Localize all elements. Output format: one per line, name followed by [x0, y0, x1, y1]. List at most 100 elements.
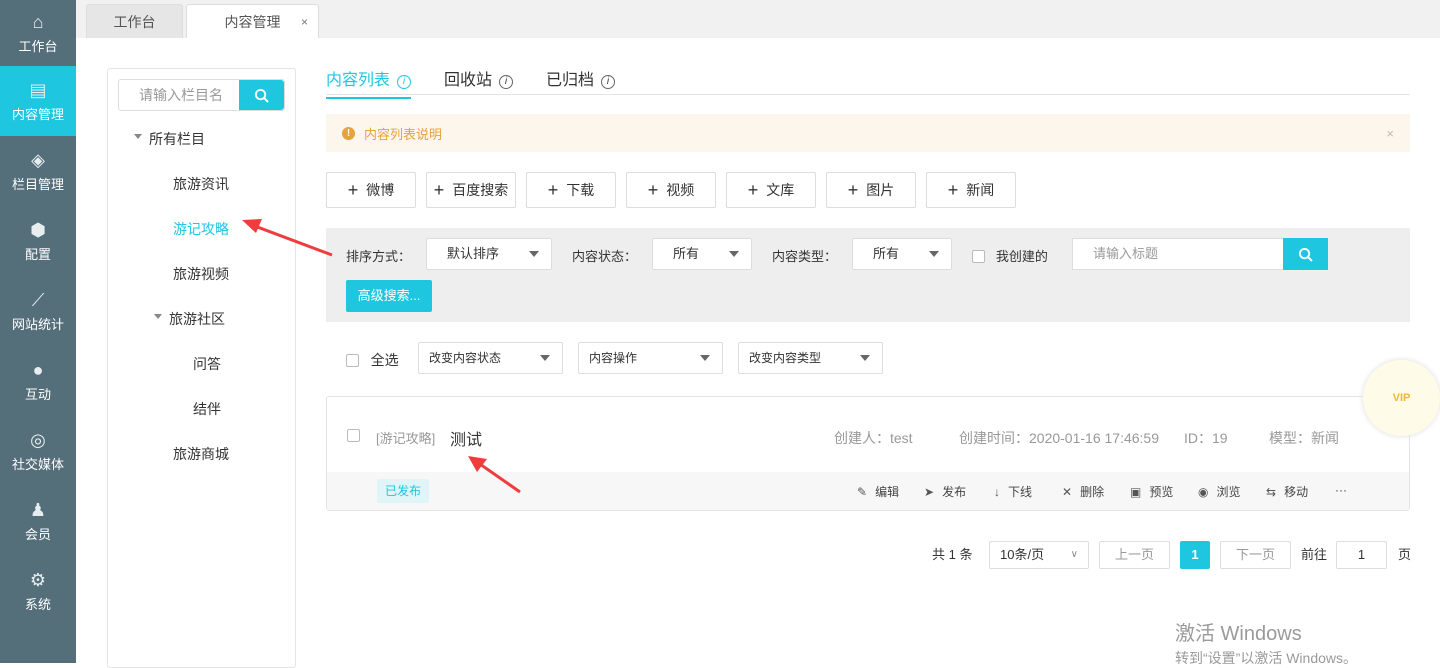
- plus-icon: +: [747, 179, 759, 200]
- vip-badge[interactable]: VIP: [1363, 360, 1440, 436]
- tree-node[interactable]: 旅游社区: [154, 309, 225, 329]
- alert-text: 内容列表说明: [364, 126, 443, 142]
- item-creator: 创建人：test: [834, 430, 913, 446]
- sidebar-item[interactable]: ▤ 内容管理: [0, 66, 76, 136]
- checkbox[interactable]: [346, 354, 359, 367]
- sidebar-item-label: 会员: [24, 526, 51, 542]
- watermark-line1: 激活 Windows: [1175, 623, 1302, 645]
- prev-page-button[interactable]: 上一页: [1099, 541, 1170, 569]
- checkbox-label: 全选: [370, 352, 399, 368]
- add-content-button[interactable]: + 百度搜索: [426, 172, 516, 208]
- category-search: 请输入栏目名: [118, 79, 285, 111]
- plus-icon: +: [647, 179, 659, 200]
- tree-node[interactable]: 问答: [193, 354, 221, 374]
- item-model: 模型：新闻: [1269, 430, 1339, 446]
- sidebar-item-label: 工作台: [18, 38, 58, 54]
- tab-label: 工作台: [113, 13, 156, 30]
- sidebar-item[interactable]: ◎ 社交媒体: [0, 416, 76, 486]
- item-id: ID：19: [1184, 430, 1228, 446]
- tab-workbench[interactable]: 工作台: [86, 4, 183, 38]
- category-search-input[interactable]: 请输入栏目名: [119, 80, 239, 110]
- sidebar-item-label: 栏目管理: [11, 176, 64, 192]
- tab-recycle-bin[interactable]: 回收站 i: [444, 66, 514, 90]
- close-icon[interactable]: ×: [301, 15, 308, 29]
- plus-icon: +: [947, 179, 959, 200]
- action-preview[interactable]: ▣ 预览: [1130, 483, 1173, 500]
- tab-label: 内容管理: [224, 13, 281, 30]
- tree-node[interactable]: 旅游视频: [173, 264, 229, 284]
- select-all-checkbox[interactable]: 全选: [346, 350, 399, 370]
- filter-panel: 排序方式： 默认排序 内容状态： 所有 内容类型： 所有 我创建的 请输入标题 …: [326, 228, 1410, 322]
- more-icon[interactable]: ···: [1335, 483, 1347, 497]
- tree-node-root[interactable]: 所有栏目: [134, 129, 205, 149]
- warning-icon: !: [342, 126, 355, 140]
- button-label: 百度搜索: [452, 182, 509, 198]
- sidebar-item-label: 系统: [24, 596, 51, 612]
- sort-select[interactable]: 默认排序: [426, 238, 552, 270]
- sidebar: ⌂ 工作台 ▤ 内容管理 ◈ 栏目管理 ⬢ 配置 ⟋ 网站统计 ● 互动 ◎ 社交媒体 ♟ 会员 ⚙ 系统: [0, 0, 76, 663]
- item-checkbox[interactable]: [347, 429, 360, 442]
- action-arrow-down[interactable]: ↓ 下线: [994, 483, 1032, 500]
- tab-label: 内容列表: [326, 72, 391, 89]
- action-edit[interactable]: ✎ 编辑: [857, 483, 899, 500]
- sidebar-item[interactable]: ⌂ 工作台: [0, 0, 76, 66]
- next-page-button[interactable]: 下一页: [1220, 541, 1291, 569]
- select-value: 内容操作: [589, 351, 638, 365]
- sidebar-item[interactable]: ⚙ 系统: [0, 556, 76, 626]
- cube-icon: ⬢: [30, 219, 46, 240]
- title-search-button[interactable]: [1283, 238, 1328, 270]
- sidebar-item-label: 互动: [24, 386, 51, 402]
- arrow-down-icon: ↓: [994, 485, 1000, 499]
- checkbox[interactable]: [972, 250, 985, 263]
- sidebar-item[interactable]: ◈ 栏目管理: [0, 136, 76, 206]
- add-content-button[interactable]: + 文库: [726, 172, 816, 208]
- tab-content-management[interactable]: 内容管理 ×: [186, 4, 319, 38]
- mine-checkbox[interactable]: 我创建的: [972, 246, 1048, 265]
- add-content-button[interactable]: + 图片: [826, 172, 916, 208]
- change-status-select[interactable]: 改变内容状态: [418, 342, 563, 374]
- page-suffix: 页: [1398, 547, 1412, 562]
- button-label: 微博: [366, 182, 395, 198]
- tree-node[interactable]: 旅游资讯: [173, 174, 229, 194]
- info-alert: ! 内容列表说明 ×: [326, 114, 1410, 152]
- checkbox-label: 我创建的: [995, 249, 1048, 264]
- close-icon[interactable]: ×: [1386, 126, 1394, 141]
- action-move[interactable]: ⇆ 移动: [1266, 483, 1308, 500]
- operation-select[interactable]: 内容操作: [578, 342, 723, 374]
- page-1-button[interactable]: 1: [1180, 541, 1210, 569]
- add-content-button[interactable]: + 微博: [326, 172, 416, 208]
- title-search-input[interactable]: 请输入标题: [1072, 238, 1284, 270]
- action-delete[interactable]: ✕ 删除: [1062, 483, 1104, 500]
- page-size-select[interactable]: 10条/页 ∨: [989, 541, 1089, 569]
- action-eye[interactable]: ◉ 浏览: [1198, 483, 1241, 500]
- add-content-button[interactable]: + 下载: [526, 172, 616, 208]
- tree-node[interactable]: 旅游商城: [173, 444, 229, 464]
- goto-page-input[interactable]: 1: [1336, 541, 1387, 569]
- sidebar-item[interactable]: ⟋ 网站统计: [0, 276, 76, 346]
- plus-icon: +: [547, 179, 559, 200]
- plus-icon: +: [847, 179, 859, 200]
- sidebar-item[interactable]: ● 互动: [0, 346, 76, 416]
- tree-node[interactable]: 结伴: [193, 399, 221, 419]
- tab-content-list[interactable]: 内容列表 i: [326, 66, 412, 99]
- item-actions-bar: 已发布 ✎ 编辑 ➤ 发布 ↓ 下线 ✕ 删除 ▣ 预览 ◉ 浏览 ⇆ 移动 ···: [327, 472, 1409, 510]
- status-select[interactable]: 所有: [652, 238, 752, 270]
- tab-archived[interactable]: 已归档 i: [546, 66, 616, 90]
- add-content-button[interactable]: + 视频: [626, 172, 716, 208]
- add-content-button[interactable]: + 新闻: [926, 172, 1016, 208]
- advanced-search-button[interactable]: 高级搜索...: [346, 280, 432, 312]
- item-title[interactable]: 测试: [450, 426, 482, 450]
- action-label: 浏览: [1216, 485, 1241, 499]
- type-select[interactable]: 所有: [852, 238, 952, 270]
- change-type-select[interactable]: 改变内容类型: [738, 342, 883, 374]
- tree-node-selected[interactable]: 游记攻略: [173, 219, 229, 239]
- search-button[interactable]: [239, 80, 284, 110]
- action-label: 下线: [1008, 485, 1033, 499]
- sort-label: 排序方式：: [346, 249, 412, 264]
- goto-label: 前往: [1301, 547, 1328, 562]
- action-label: 移动: [1284, 485, 1309, 499]
- action-send[interactable]: ➤ 发布: [924, 483, 966, 500]
- caret-down-icon: [929, 251, 939, 262]
- sidebar-item[interactable]: ♟ 会员: [0, 486, 76, 556]
- sidebar-item[interactable]: ⬢ 配置: [0, 206, 76, 276]
